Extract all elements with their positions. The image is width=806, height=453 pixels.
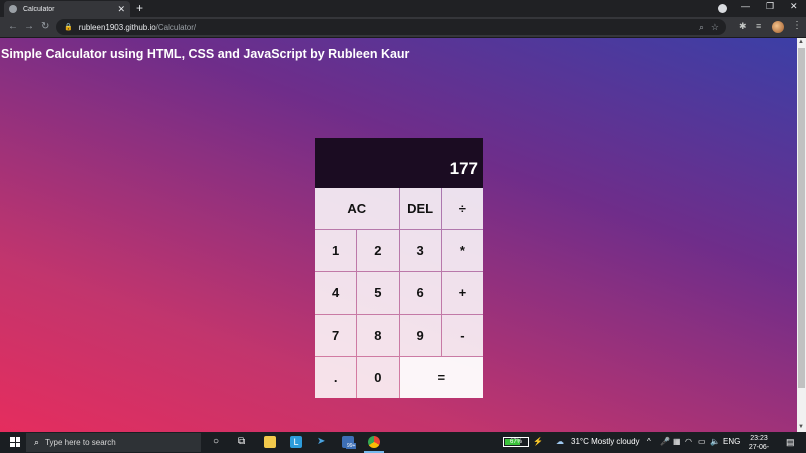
taskbar-search-input[interactable]: ⌕ Type here to search (26, 433, 201, 452)
digit-4-button[interactable]: 4 (315, 272, 357, 314)
minus-button[interactable]: - (441, 314, 483, 356)
task-view-icon[interactable]: ⧉ (238, 436, 245, 448)
language-indicator[interactable]: ENG (723, 437, 740, 446)
battery-tray-icon[interactable]: ▭ (698, 437, 706, 446)
volume-icon[interactable]: 🔈 (710, 437, 720, 446)
digit-6-button[interactable]: 6 (399, 272, 441, 314)
scroll-up-arrow-icon[interactable]: ▲ (798, 39, 804, 45)
bookmark-star-icon[interactable]: ☆ (711, 22, 719, 33)
windows-start-icon[interactable] (10, 437, 20, 447)
digit-3-button[interactable]: 3 (399, 230, 441, 272)
digit-2-button[interactable]: 2 (357, 230, 399, 272)
calculator-keypad: AC DEL ÷ 1 2 3 * 4 5 6 + 7 8 9 - . 0 = (315, 188, 483, 398)
browser-toolbar: ← → ↻ 🔒 rubleen1903.github.io/Calculator… (0, 17, 806, 38)
microphone-icon[interactable]: 🎤 (660, 437, 670, 446)
file-explorer-icon[interactable] (264, 436, 276, 448)
profile-status-icon[interactable] (718, 4, 727, 13)
browser-tab-strip: Calculator ✕ + — ❐ ✕ (0, 0, 806, 17)
url-path: /Calculator/ (155, 22, 197, 32)
calculator-display: 177 (315, 138, 483, 188)
weather-cloud-icon[interactable]: ☁ (556, 437, 564, 446)
equals-button[interactable]: = (399, 356, 483, 398)
bird-app-icon[interactable]: ➤ (317, 436, 325, 448)
digit-7-button[interactable]: 7 (315, 314, 357, 356)
cortana-icon[interactable]: ○ (213, 436, 219, 448)
network-icon[interactable]: ▦ (673, 437, 681, 446)
wifi-icon[interactable]: ◠ (685, 437, 692, 446)
scroll-down-arrow-icon[interactable]: ▼ (798, 424, 804, 430)
digit-8-button[interactable]: 8 (357, 314, 399, 356)
battery-indicator[interactable]: 67% (503, 437, 529, 447)
app-l-icon[interactable]: L (290, 436, 302, 448)
decimal-button[interactable]: . (315, 356, 357, 398)
avatar[interactable] (772, 21, 784, 33)
weather-text[interactable]: 31°C Mostly cloudy (571, 437, 640, 446)
divide-button[interactable]: ÷ (441, 188, 483, 230)
system-clock[interactable]: 23:23 27-06-2021 (742, 434, 776, 453)
del-button[interactable]: DEL (399, 188, 441, 230)
clock-time: 23:23 (750, 435, 768, 442)
digit-0-button[interactable]: 0 (357, 356, 399, 398)
tray-expand-icon[interactable]: ^ (647, 437, 651, 446)
multiply-button[interactable]: * (441, 230, 483, 272)
clock-date: 27-06-2021 (748, 444, 770, 451)
page-scrollbar[interactable]: ▲ ▼ (797, 38, 806, 432)
minimize-button[interactable]: — (741, 1, 750, 11)
display-value: 177 (449, 159, 478, 178)
tab-calculator[interactable]: Calculator ✕ (4, 1, 130, 17)
notification-icon[interactable]: ▤ (786, 437, 795, 448)
close-tab-icon[interactable]: ✕ (117, 4, 125, 14)
forward-button[interactable]: → (24, 20, 34, 34)
digit-5-button[interactable]: 5 (357, 272, 399, 314)
ac-button[interactable]: AC (315, 188, 399, 230)
lock-icon: 🔒 (64, 24, 73, 31)
page-content: Simple Calculator using HTML, CSS and Ja… (0, 38, 797, 432)
globe-icon (9, 5, 17, 13)
close-window-button[interactable]: ✕ (790, 1, 798, 12)
plug-icon: ⚡ (533, 437, 543, 446)
windows-taskbar: ⌕ Type here to search ○ ⧉ L ➤ 99+ 67% ⚡ … (0, 432, 806, 453)
url-host: rubleen1903.github.io (78, 22, 156, 32)
menu-dots-icon[interactable]: ⋮ (792, 20, 802, 31)
reload-button[interactable]: ↻ (41, 20, 49, 34)
tab-title: Calculator (23, 5, 55, 13)
digit-9-button[interactable]: 9 (399, 314, 441, 356)
search-placeholder: Type here to search (45, 438, 116, 447)
restore-button[interactable]: ❐ (766, 1, 774, 12)
page-title: Simple Calculator using HTML, CSS and Ja… (1, 47, 410, 61)
address-bar[interactable]: 🔒 rubleen1903.github.io/Calculator/ ⌕ ☆ (56, 19, 726, 35)
calculator: 177 AC DEL ÷ 1 2 3 * 4 5 6 + 7 8 9 - . 0… (315, 138, 483, 398)
zoom-icon[interactable]: ⌕ (699, 22, 704, 33)
digit-1-button[interactable]: 1 (315, 230, 357, 272)
battery-label: 67% (509, 439, 522, 445)
mail-badge: 99+ (346, 443, 357, 449)
search-icon: ⌕ (34, 437, 40, 447)
extensions-icon[interactable]: ✱ (739, 21, 747, 32)
reading-list-icon[interactable]: ≡ (756, 21, 761, 31)
back-button[interactable]: ← (8, 20, 18, 34)
plus-button[interactable]: + (441, 272, 483, 314)
chrome-icon[interactable] (368, 436, 380, 448)
scrollbar-thumb[interactable] (798, 48, 805, 388)
new-tab-button[interactable]: + (136, 2, 143, 14)
